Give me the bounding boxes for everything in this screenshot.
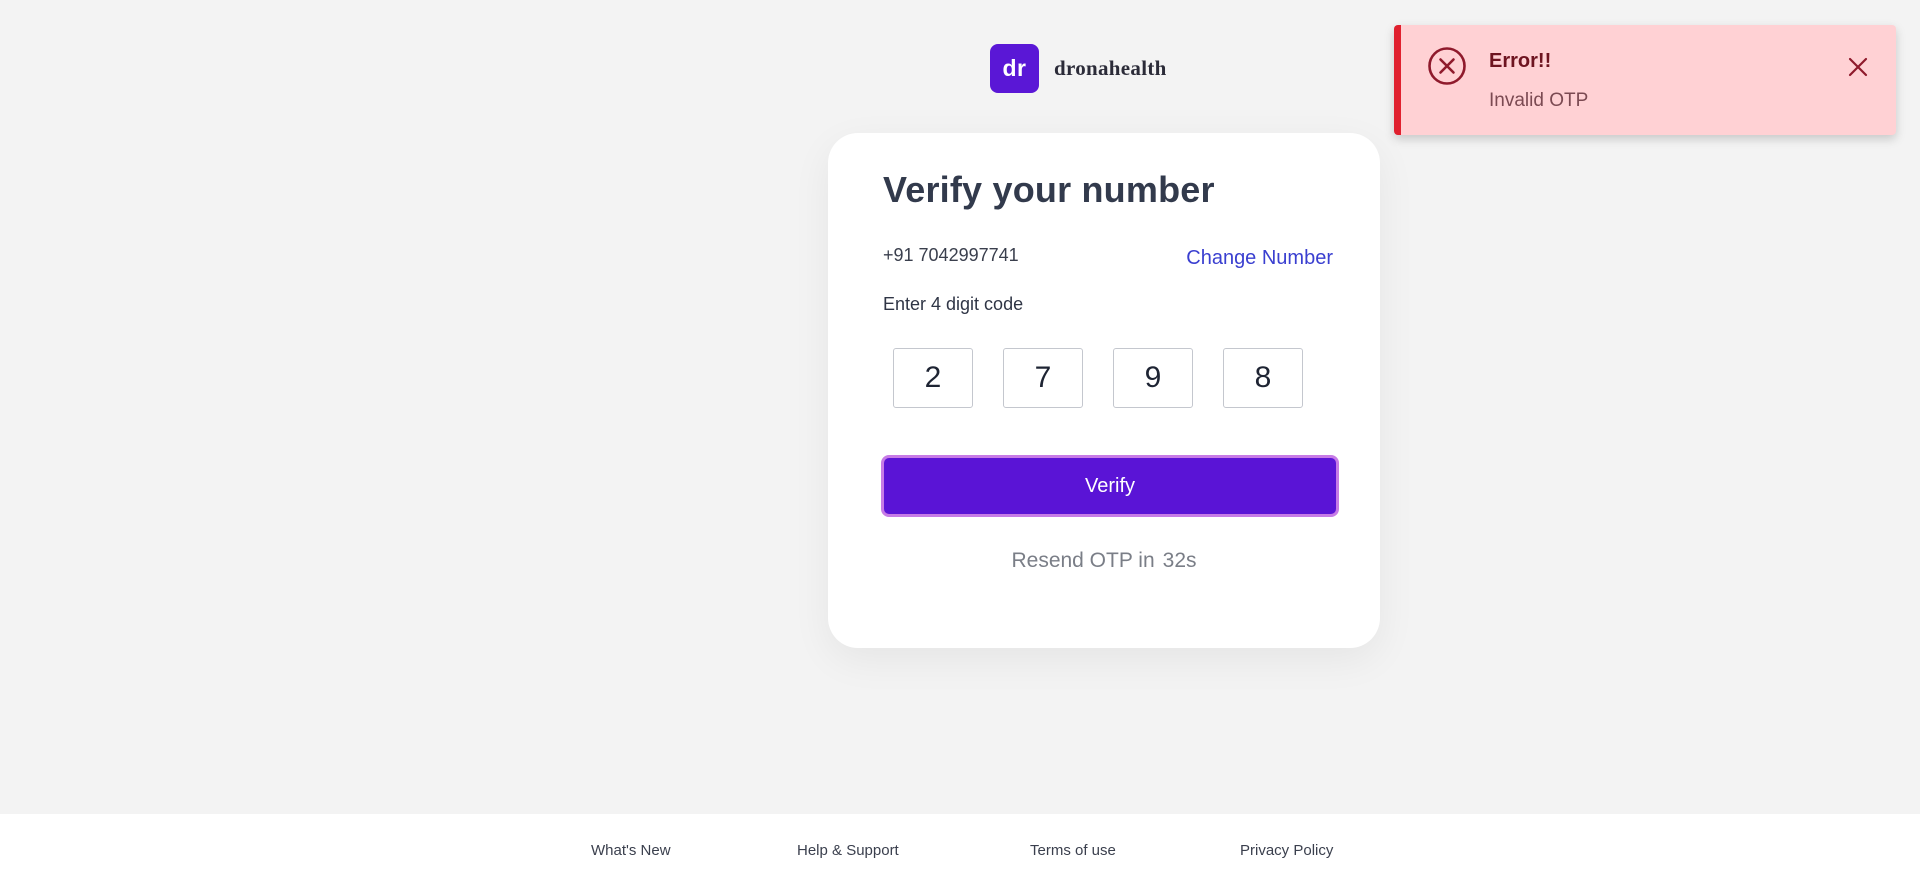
verify-button[interactable]: Verify <box>881 455 1339 517</box>
error-toast: Error!! Invalid OTP <box>1394 25 1896 135</box>
brand-header: dr dronahealth <box>990 44 1167 93</box>
footer-link-help-support[interactable]: Help & Support <box>797 842 899 859</box>
footer: What's New Help & Support Terms of use P… <box>0 814 1920 888</box>
otp-digit-2[interactable] <box>1003 348 1083 408</box>
otp-digit-4[interactable] <box>1223 348 1303 408</box>
resend-label: Resend OTP in <box>1011 549 1155 572</box>
toast-message: Invalid OTP <box>1489 90 1589 111</box>
resend-timer: 32s <box>1162 549 1197 572</box>
otp-input-group <box>893 348 1303 408</box>
code-label: Enter 4 digit code <box>883 294 1024 314</box>
phone-row: +91 7042997741 Change Number <box>883 245 1333 270</box>
change-number-link[interactable]: Change Number <box>1186 247 1333 270</box>
verify-card: Verify your number +91 7042997741 Change… <box>828 133 1380 648</box>
brand-name: dronahealth <box>1054 56 1167 80</box>
phone-number: +91 7042997741 <box>883 245 1019 265</box>
error-circle-x-icon <box>1428 47 1466 85</box>
close-icon[interactable] <box>1846 55 1870 79</box>
toast-title: Error!! <box>1489 50 1552 72</box>
brand-logo[interactable]: dr <box>990 44 1039 93</box>
footer-link-privacy[interactable]: Privacy Policy <box>1240 842 1333 859</box>
footer-link-whats-new[interactable]: What's New <box>591 842 671 859</box>
otp-digit-3[interactable] <box>1113 348 1193 408</box>
footer-link-terms[interactable]: Terms of use <box>1030 842 1116 859</box>
resend-otp-row: Resend OTP in 32s <box>828 549 1380 573</box>
otp-digit-1[interactable] <box>893 348 973 408</box>
page-title: Verify your number <box>883 169 1215 210</box>
